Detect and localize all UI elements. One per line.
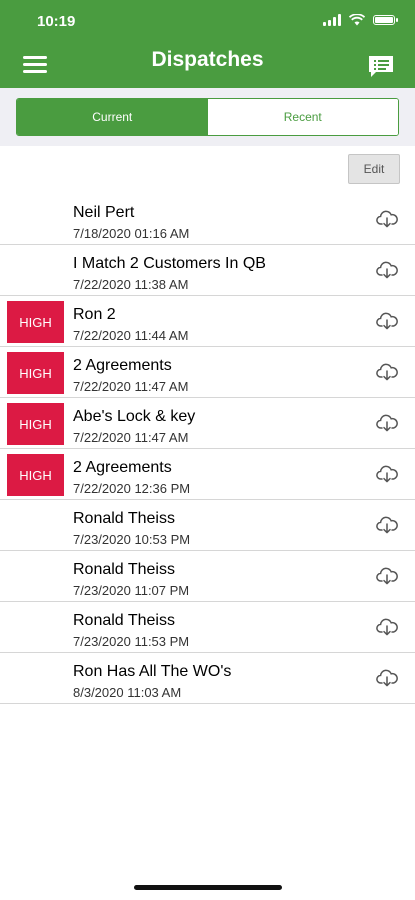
dispatch-date: 7/22/2020 11:47 AM — [73, 430, 189, 445]
page-title: Dispatches — [151, 48, 264, 71]
list-toolbar: Edit — [0, 146, 415, 195]
app-header: 10:19 Dispatches — [0, 0, 415, 88]
message-button[interactable] — [367, 54, 395, 78]
dispatch-row[interactable]: HIGH Ron 2 7/22/2020 11:44 AM — [0, 296, 415, 347]
status-icons — [323, 14, 398, 26]
cloud-download-icon[interactable] — [376, 669, 398, 687]
dispatch-date: 8/3/2020 11:03 AM — [73, 685, 182, 700]
dispatch-row[interactable]: HIGH 2 Agreements 7/22/2020 12:36 PM — [0, 449, 415, 500]
dispatch-name: Abe's Lock & key — [73, 408, 196, 425]
message-icon — [369, 56, 393, 77]
cloud-download-icon[interactable] — [376, 465, 398, 483]
priority-badge: HIGH — [7, 301, 64, 343]
wifi-icon — [349, 14, 365, 26]
priority-badge: HIGH — [7, 454, 64, 496]
edit-button[interactable]: Edit — [348, 154, 400, 184]
cloud-download-icon[interactable] — [376, 363, 398, 381]
dispatch-date: 7/23/2020 10:53 PM — [73, 532, 191, 547]
priority-badge: HIGH — [7, 352, 64, 394]
dispatch-row[interactable]: Ronald Theiss 7/23/2020 11:07 PM — [0, 551, 415, 602]
dispatch-date: 7/22/2020 11:38 AM — [73, 277, 189, 292]
dispatch-date: 7/22/2020 11:47 AM — [73, 379, 189, 394]
cloud-download-icon[interactable] — [376, 567, 398, 585]
dispatch-name: Ronald Theiss — [73, 612, 175, 629]
cloud-download-icon[interactable] — [376, 414, 398, 432]
cloud-download-icon[interactable] — [376, 261, 398, 279]
dispatch-name: I Match 2 Customers In QB — [73, 255, 266, 272]
dispatch-row[interactable]: HIGH 2 Agreements 7/22/2020 11:47 AM — [0, 347, 415, 398]
dispatch-row[interactable]: Ronald Theiss 7/23/2020 11:53 PM — [0, 602, 415, 653]
dispatch-name: 2 Agreements — [73, 459, 172, 476]
cloud-download-icon[interactable] — [376, 210, 398, 228]
dispatch-row[interactable]: Neil Pert 7/18/2020 01:16 AM — [0, 194, 415, 245]
dispatch-date: 7/22/2020 12:36 PM — [73, 481, 191, 496]
status-time: 10:19 — [37, 13, 76, 30]
cellular-signal-icon — [323, 14, 341, 26]
dispatch-row[interactable]: HIGH Abe's Lock & key 7/22/2020 11:47 AM — [0, 398, 415, 449]
tab-recent[interactable]: Recent — [207, 99, 398, 135]
cloud-download-icon[interactable] — [376, 516, 398, 534]
dispatch-row[interactable]: Ronald Theiss 7/23/2020 10:53 PM — [0, 500, 415, 551]
dispatch-row[interactable]: I Match 2 Customers In QB 7/22/2020 11:38… — [0, 245, 415, 296]
dispatch-name: 2 Agreements — [73, 357, 172, 374]
priority-badge: HIGH — [7, 403, 64, 445]
segmented-control: Current Recent — [16, 98, 399, 136]
dispatch-name: Ron Has All The WO's — [73, 663, 232, 680]
cloud-download-icon[interactable] — [376, 618, 398, 636]
dispatch-date: 7/18/2020 01:16 AM — [73, 226, 190, 241]
cloud-download-icon[interactable] — [376, 312, 398, 330]
dispatch-date: 7/22/2020 11:44 AM — [73, 328, 189, 343]
dispatch-name: Neil Pert — [73, 204, 135, 221]
dispatch-date: 7/23/2020 11:07 PM — [73, 583, 190, 598]
tab-current[interactable]: Current — [17, 99, 208, 135]
dispatch-name: Ronald Theiss — [73, 510, 175, 527]
tab-bar-container: Current Recent — [0, 88, 415, 146]
dispatch-date: 7/23/2020 11:53 PM — [73, 634, 190, 649]
dispatch-row[interactable]: Ron Has All The WO's 8/3/2020 11:03 AM — [0, 653, 415, 704]
home-indicator[interactable] — [134, 885, 282, 890]
dispatch-name: Ron 2 — [73, 306, 116, 323]
battery-icon — [373, 15, 398, 25]
dispatch-list: Neil Pert 7/18/2020 01:16 AM I Match 2 Cus… — [0, 194, 415, 704]
dispatch-name: Ronald Theiss — [73, 561, 175, 578]
